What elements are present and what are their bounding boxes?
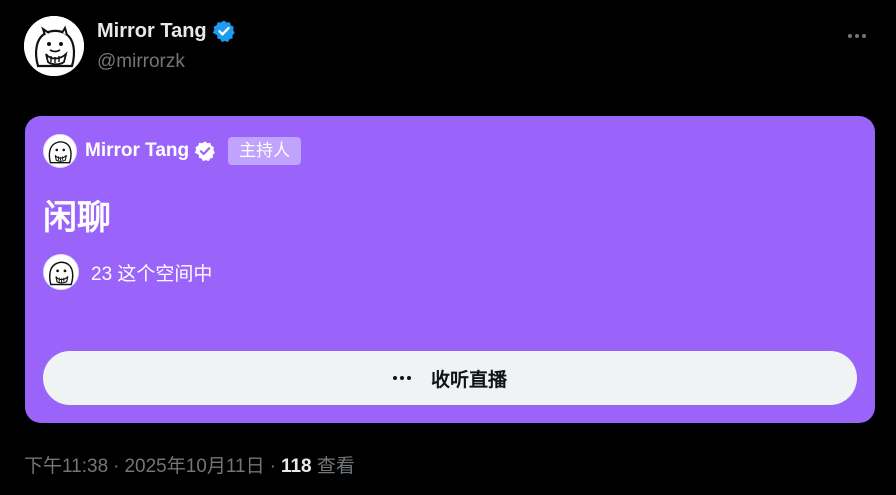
host-name: Mirror Tang — [85, 140, 190, 161]
author-display-name[interactable]: Mirror Tang — [97, 20, 207, 43]
tweet-meta: 下午11:38 · 2025年10月11日 · 118 查看 — [24, 451, 355, 478]
host-avatar — [43, 134, 77, 168]
verified-badge-icon[interactable] — [212, 19, 236, 43]
listeners-row: 23 这个空间中 — [43, 254, 212, 290]
host-badge: 主持人 — [228, 137, 302, 165]
author-name-row: Mirror Tang — [97, 19, 236, 43]
author-avatar[interactable] — [24, 16, 84, 76]
tweet-header: Mirror Tang @mirrorzk — [24, 16, 872, 78]
space-host-row: Mirror Tang 主持人 — [43, 134, 302, 168]
space-title: 闲聊 — [43, 199, 111, 237]
views-label: 查看 — [316, 456, 355, 477]
meta-separator: · — [269, 456, 276, 477]
views-count: 118 — [280, 456, 312, 477]
host-verified-icon — [194, 140, 216, 162]
tweet-time[interactable]: 下午11:38 — [24, 456, 108, 477]
listener-count-text: 23 这个空间中 — [91, 263, 213, 285]
tweet-date[interactable]: 2025年10月11日 — [124, 456, 264, 477]
author-handle[interactable]: @mirrorzk — [97, 51, 185, 73]
listen-live-button[interactable]: 收听直播 — [43, 351, 857, 405]
more-horizontal-icon — [392, 376, 411, 380]
listener-avatar — [43, 254, 79, 290]
more-horizontal-icon[interactable] — [842, 26, 872, 46]
space-card[interactable]: Mirror Tang 主持人 闲聊 23 这个空间中 收听直播 — [25, 116, 875, 423]
meta-separator: · — [113, 456, 120, 477]
listen-live-label: 收听直播 — [430, 369, 507, 391]
